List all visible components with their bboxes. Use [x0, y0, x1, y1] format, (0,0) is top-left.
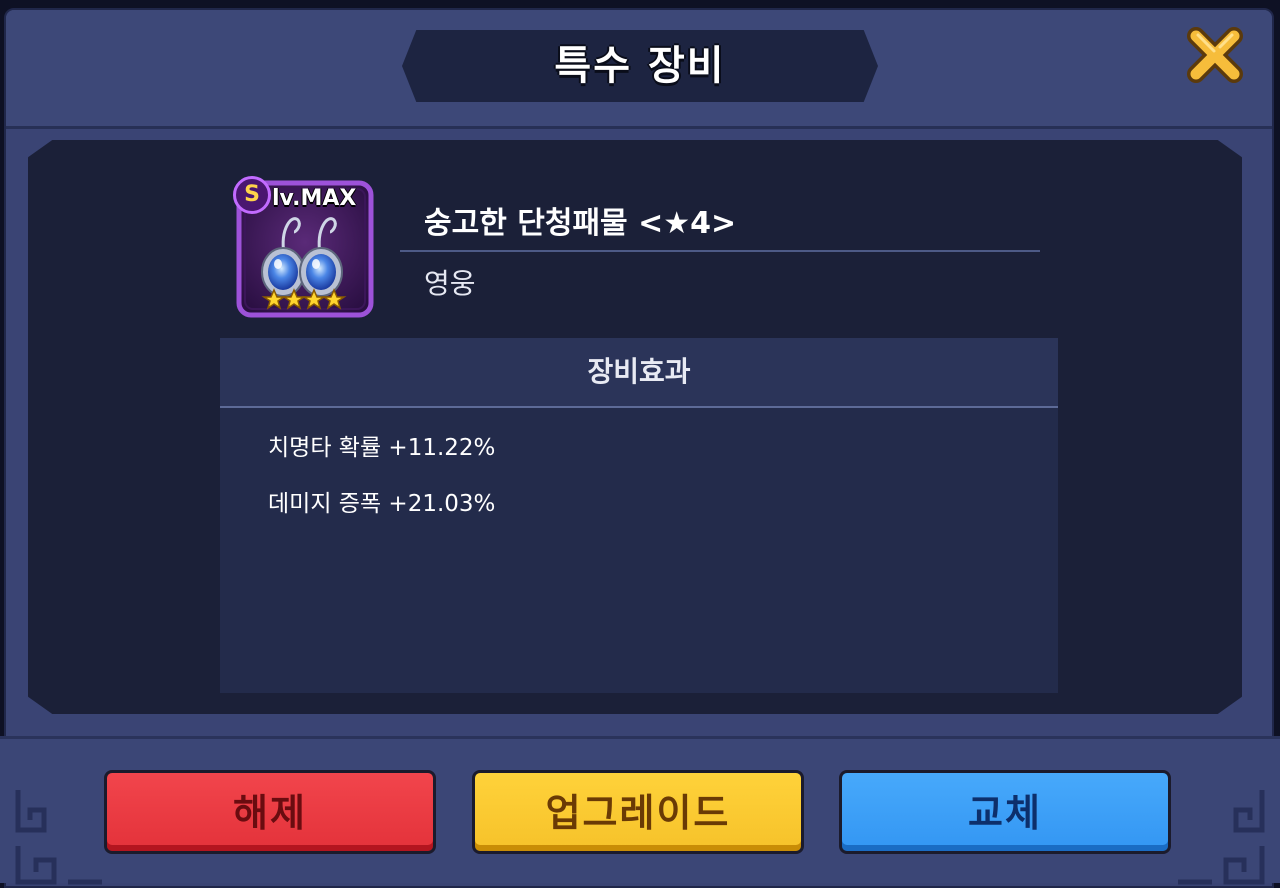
upgrade-button[interactable]: 업그레이드 [472, 770, 804, 854]
grade-badge: S [233, 176, 271, 214]
corner-ornament-left [15, 790, 102, 885]
name-divider [400, 250, 1040, 252]
dialog-header: 특수 장비 [6, 10, 1272, 129]
replace-button[interactable]: 교체 [839, 770, 1171, 854]
effect-header: 장비효과 [220, 338, 1058, 408]
unequip-button[interactable]: 해제 [104, 770, 436, 854]
close-button[interactable] [1184, 24, 1246, 86]
corner-ornament-right [1178, 790, 1265, 885]
item-level: lv.MAX [272, 186, 357, 211]
item-rarity: 영웅 [424, 267, 476, 300]
dialog-title: 특수 장비 [554, 43, 726, 89]
item-name: 숭고한 단청패물 <★4> [424, 206, 737, 241]
title-plate: 특수 장비 [402, 30, 878, 102]
effect-line-crit-chance: 치명타 확률 +11.22% [268, 435, 496, 461]
effect-panel: 장비효과 치명타 확률 +11.22% 데미지 증폭 +21.03% [220, 338, 1058, 693]
effect-line-damage-amp: 데미지 증폭 +21.03% [268, 491, 496, 517]
close-x-icon [1187, 27, 1243, 83]
